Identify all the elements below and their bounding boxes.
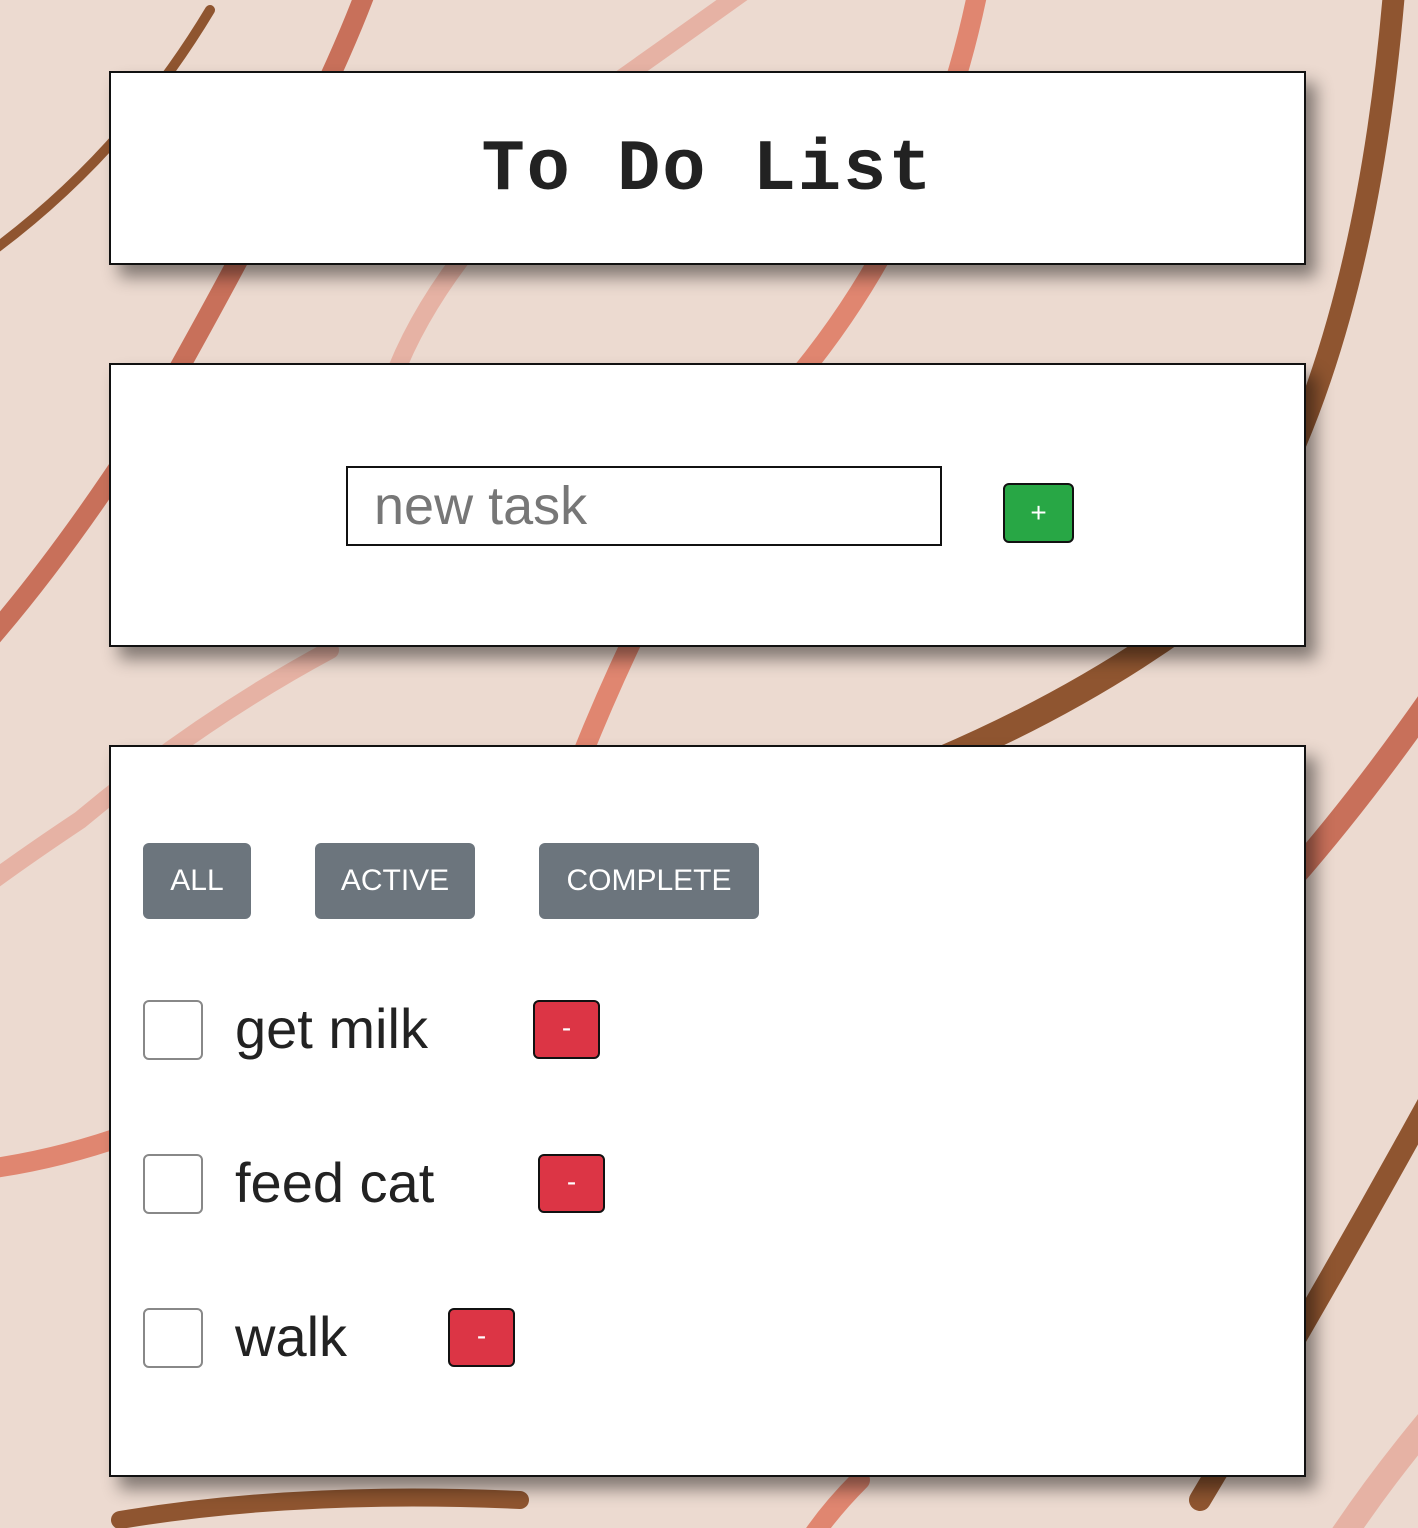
task-checkbox[interactable] xyxy=(143,1154,203,1214)
minus-icon: - xyxy=(476,1319,487,1351)
task-label: walk xyxy=(235,1305,348,1368)
task-label: feed cat xyxy=(235,1151,435,1214)
task-label: get milk xyxy=(235,997,428,1060)
task-checkbox[interactable] xyxy=(143,1000,203,1060)
filter-active-button[interactable]: ACTIVE xyxy=(315,843,475,919)
new-task-input[interactable] xyxy=(346,466,942,546)
delete-task-button[interactable]: - xyxy=(538,1154,605,1213)
add-task-button[interactable]: + xyxy=(1003,483,1074,543)
filter-all-button[interactable]: ALL xyxy=(143,843,251,919)
delete-task-button[interactable]: - xyxy=(533,1000,600,1059)
new-task-card: + xyxy=(109,363,1306,647)
page-title: To Do List xyxy=(481,129,934,211)
title-card: To Do List xyxy=(109,71,1306,265)
minus-icon: - xyxy=(561,1011,572,1043)
task-list-card: ALL ACTIVE COMPLETE get milk - feed cat … xyxy=(109,745,1306,1477)
delete-task-button[interactable]: - xyxy=(448,1308,515,1367)
filter-complete-button[interactable]: COMPLETE xyxy=(539,843,759,919)
task-checkbox[interactable] xyxy=(143,1308,203,1368)
minus-icon: - xyxy=(566,1165,577,1197)
plus-icon: + xyxy=(1030,497,1047,528)
